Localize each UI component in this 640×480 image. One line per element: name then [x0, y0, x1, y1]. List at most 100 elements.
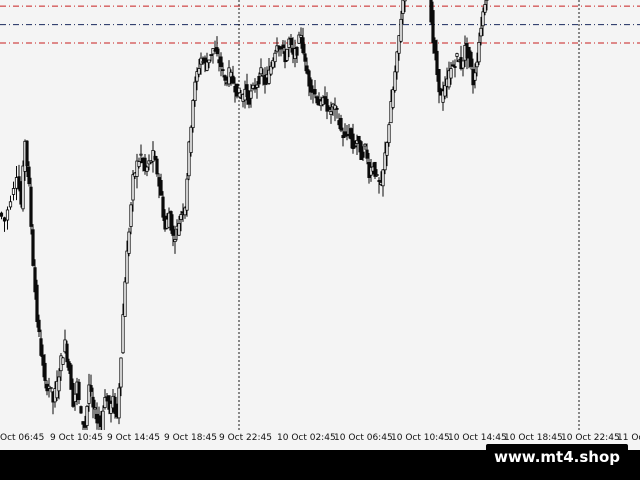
time-tick-label: 9 Oct 22:45 — [219, 433, 272, 443]
candle-body — [27, 166, 31, 185]
candle — [155, 155, 159, 177]
candle-body — [49, 387, 53, 389]
candle — [185, 172, 189, 217]
candle-body — [197, 68, 201, 75]
candle — [0, 211, 4, 220]
candle-body — [257, 75, 261, 85]
time-tick-label: 10 Oct 02:45 — [277, 433, 336, 443]
time-tick-label: 10 Oct 06:45 — [334, 433, 393, 443]
candle-body — [37, 319, 41, 333]
candle — [215, 36, 219, 57]
candle — [469, 50, 473, 70]
candle — [339, 114, 343, 133]
candle-body — [453, 66, 457, 68]
candle-body — [253, 87, 257, 90]
candle-body — [21, 165, 25, 210]
candle-body — [437, 69, 441, 93]
time-tick-label: 10 Oct 14:45 — [448, 433, 507, 443]
candle — [275, 37, 279, 54]
candle-body — [391, 89, 395, 108]
candle-body — [469, 51, 473, 67]
candle-body — [85, 405, 89, 426]
candle — [259, 58, 263, 77]
candle-body — [117, 387, 121, 419]
candle-body — [155, 158, 159, 175]
candle-body — [29, 186, 33, 227]
price-chart[interactable]: Oct 06:45 9 Oct 10:45 9 Oct 14:45 9 Oct 18:… — [0, 0, 640, 450]
candle-body — [473, 72, 477, 81]
candle-body — [31, 229, 35, 266]
candle-body — [93, 407, 97, 410]
candle-body — [145, 166, 149, 172]
candle-body — [255, 84, 259, 88]
candle — [309, 77, 313, 100]
time-tick-label: 11 Oc — [617, 433, 640, 443]
candle-body — [193, 81, 197, 101]
candle — [17, 164, 21, 192]
candle-body — [8, 201, 13, 208]
candle-body — [161, 196, 165, 218]
candle — [377, 177, 381, 194]
candle-body — [125, 250, 129, 284]
candle-body — [303, 53, 307, 62]
candle — [399, 10, 403, 43]
candle-body — [237, 87, 241, 94]
candle-body — [215, 47, 219, 55]
candle-body — [179, 214, 183, 220]
candle-body — [285, 48, 289, 61]
candle-body — [281, 44, 285, 49]
candle — [373, 161, 377, 180]
candle-body — [2, 217, 7, 222]
chart-canvas — [0, 0, 640, 430]
candle — [301, 27, 305, 55]
candle-body — [35, 284, 39, 322]
candle-body — [91, 396, 95, 408]
candle-body — [43, 362, 47, 381]
candle-body — [205, 61, 209, 71]
time-tick-label: 10 Oct 10:45 — [391, 433, 450, 443]
candle — [91, 387, 95, 419]
candle — [295, 46, 299, 64]
candle — [129, 202, 133, 235]
candle-body — [455, 53, 459, 57]
candle-body — [335, 107, 339, 110]
candle-body — [191, 99, 195, 129]
candle-body — [127, 231, 131, 254]
candle-body — [57, 376, 61, 392]
candle — [61, 356, 65, 365]
candle — [8, 195, 13, 210]
candle-body — [14, 177, 19, 189]
candle-body — [313, 89, 317, 95]
candle — [49, 387, 53, 393]
candle-body — [309, 79, 313, 93]
candle-body — [401, 0, 405, 14]
candle — [137, 157, 141, 169]
candle-body — [393, 71, 397, 91]
candle — [363, 143, 367, 150]
candle-body — [209, 54, 213, 56]
candle — [145, 165, 149, 177]
candle-body — [77, 381, 81, 401]
candle — [451, 60, 455, 67]
candle — [219, 52, 223, 77]
candle-body — [259, 67, 263, 75]
candle-body — [171, 225, 175, 236]
time-tick-label: 9 Oct 10:45 — [50, 433, 103, 443]
candle-body — [451, 64, 455, 67]
time-tick-label: 10 Oct 18:45 — [504, 433, 563, 443]
candle-body — [119, 357, 123, 388]
candle — [117, 383, 121, 425]
candle — [2, 216, 7, 232]
candle-body — [25, 140, 29, 167]
candle — [29, 177, 33, 235]
candle-body — [0, 212, 4, 217]
candle — [101, 405, 105, 430]
candle-body — [363, 143, 367, 147]
candle-body — [395, 51, 399, 73]
candle — [189, 125, 193, 157]
candle-body — [301, 37, 305, 54]
candle — [39, 329, 43, 358]
candle-body — [475, 61, 479, 68]
candle-body — [375, 174, 379, 176]
candle — [381, 169, 385, 197]
